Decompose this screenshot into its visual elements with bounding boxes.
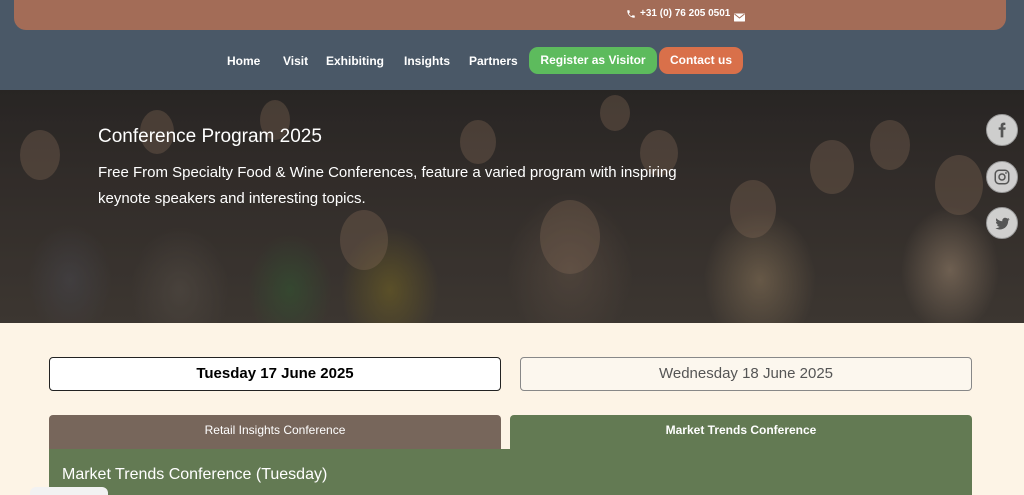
- facebook-icon[interactable]: [986, 114, 1018, 146]
- site-header: +31 (0) 76 205 0501 Home Visit Exhibitin…: [0, 0, 1024, 90]
- phone-icon: [627, 9, 635, 18]
- tab-day-tuesday[interactable]: Tuesday 17 June 2025: [49, 357, 501, 391]
- nav-partners[interactable]: Partners: [469, 54, 518, 68]
- panel-title: Market Trends Conference (Tuesday): [62, 466, 328, 483]
- conference-panel: Market Trends Conference (Tuesday): [49, 449, 972, 495]
- phone-number: +31 (0) 76 205 0501: [640, 8, 731, 19]
- tab-retail-insights-conference[interactable]: Retail Insights Conference: [49, 415, 501, 449]
- tab-market-trends-conference[interactable]: Market Trends Conference: [510, 415, 972, 449]
- page-title: Conference Program 2025: [98, 126, 322, 147]
- bottom-tab-edge: [30, 487, 108, 495]
- nav-insights[interactable]: Insights: [404, 54, 450, 68]
- contact-us-button[interactable]: Contact us: [659, 47, 743, 74]
- instagram-icon[interactable]: [986, 161, 1018, 193]
- nav-home[interactable]: Home: [227, 54, 260, 68]
- mail-icon[interactable]: [734, 9, 745, 27]
- hero-subtitle: Free From Specialty Food & Wine Conferen…: [98, 164, 677, 207]
- hero-banner: Conference Program 2025 Free From Specia…: [0, 90, 1024, 323]
- main-nav: Home Visit Exhibiting Insights Partners …: [0, 47, 1024, 75]
- tab-day-wednesday[interactable]: Wednesday 18 June 2025: [520, 357, 972, 391]
- nav-exhibiting[interactable]: Exhibiting: [326, 54, 384, 68]
- top-contact-bar: +31 (0) 76 205 0501: [14, 0, 1006, 30]
- register-visitor-button[interactable]: Register as Visitor: [529, 47, 657, 74]
- nav-visit[interactable]: Visit: [283, 54, 308, 68]
- twitter-icon[interactable]: [986, 207, 1018, 239]
- phone-link[interactable]: +31 (0) 76 205 0501: [626, 8, 730, 19]
